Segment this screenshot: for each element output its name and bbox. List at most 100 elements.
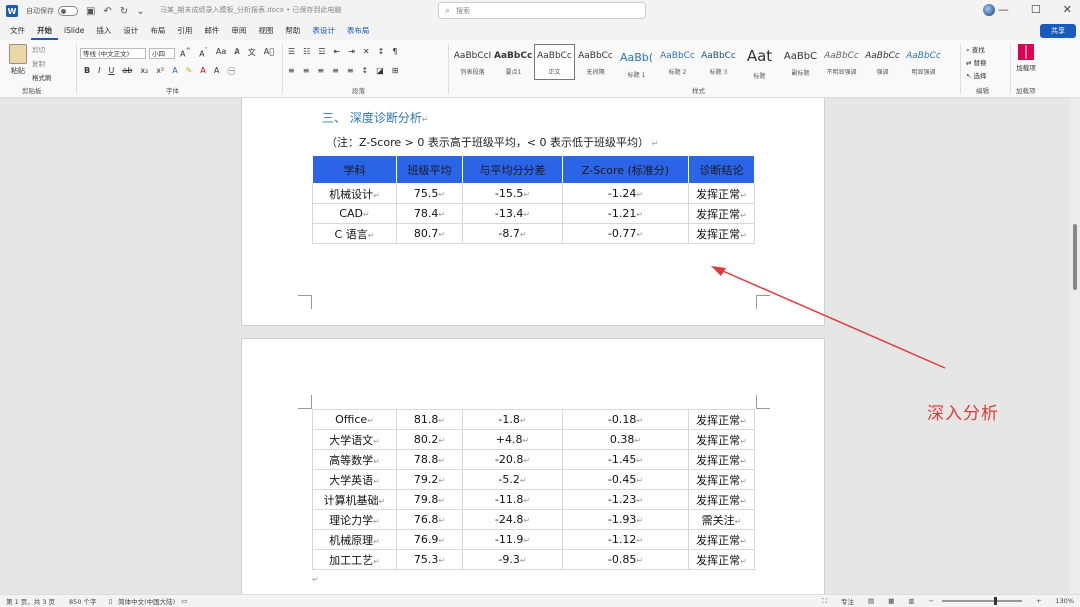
- avatar[interactable]: [983, 4, 995, 16]
- tab-mailings[interactable]: 邮件: [198, 22, 225, 40]
- style-item[interactable]: AaBbC 副标题: [780, 44, 821, 80]
- char-shading-icon[interactable]: A: [214, 66, 219, 77]
- language-status[interactable]: 简体中文(中国大陆): [118, 596, 175, 606]
- tab-view[interactable]: 视图: [252, 22, 279, 40]
- proofing-icon[interactable]: ▯: [109, 597, 113, 605]
- borders-icon[interactable]: ⊞: [392, 66, 399, 75]
- read-mode-icon[interactable]: ▤: [868, 597, 874, 605]
- align-center-icon[interactable]: ≡: [303, 66, 310, 75]
- maximize-icon[interactable]: ☐: [1031, 3, 1041, 16]
- char-border-icon[interactable]: A⃞: [264, 47, 274, 59]
- close-icon[interactable]: ✕: [1063, 3, 1072, 16]
- style-item[interactable]: AaBbCc 标题 2: [657, 44, 698, 80]
- multilevel-list-icon[interactable]: ☲: [318, 47, 325, 56]
- align-right-icon[interactable]: ≡: [317, 66, 324, 75]
- line-spacing-icon[interactable]: ↕: [362, 66, 369, 75]
- zoom-slider[interactable]: [941, 597, 1022, 605]
- phonetic-icon[interactable]: 文: [248, 47, 256, 59]
- style-item[interactable]: AaBb(标题 1: [616, 44, 657, 80]
- superscript-icon[interactable]: x²: [156, 66, 164, 77]
- cut-button[interactable]: 剪切: [32, 44, 45, 54]
- tab-table-design[interactable]: 表设计: [306, 22, 341, 40]
- zoom-in-icon[interactable]: +: [1036, 597, 1041, 605]
- enclose-char-icon[interactable]: ㊀: [227, 66, 235, 77]
- tab-home[interactable]: 开始: [31, 22, 58, 40]
- document-workspace[interactable]: 三、 深度诊断分析↵ （注：Z-Score > 0 表示高于班级平均，< 0 表…: [0, 98, 1080, 594]
- asian-layout-icon[interactable]: ✕: [363, 47, 370, 56]
- grow-font-icon[interactable]: A^: [180, 47, 191, 59]
- tab-help[interactable]: 帮助: [279, 22, 306, 40]
- tab-layout[interactable]: 布局: [144, 22, 171, 40]
- tab-islide[interactable]: iSlide: [58, 22, 90, 40]
- style-item[interactable]: AaBbCcI 列表段落: [452, 44, 493, 80]
- tab-design[interactable]: 设计: [117, 22, 144, 40]
- format-painter-button[interactable]: 格式刷: [32, 72, 52, 82]
- find-button[interactable]: ⌕ 查找: [966, 44, 987, 57]
- vertical-scrollbar[interactable]: [1070, 98, 1080, 594]
- show-marks-icon[interactable]: ¶: [392, 47, 397, 56]
- minimize-icon[interactable]: —: [998, 3, 1009, 16]
- autosave-toggle[interactable]: [58, 6, 78, 16]
- font-color-icon[interactable]: A: [200, 66, 205, 77]
- text-effects-icon[interactable]: A: [172, 66, 177, 77]
- style-item-selected[interactable]: AaBbCc 正文: [534, 44, 575, 80]
- bold-icon[interactable]: B: [84, 66, 90, 77]
- copy-button[interactable]: 复制: [32, 58, 45, 68]
- distributed-icon[interactable]: ≡: [347, 66, 354, 75]
- align-left-icon[interactable]: ≡: [288, 66, 295, 75]
- redo-icon[interactable]: ↻: [120, 6, 128, 17]
- zoom-level[interactable]: 130%: [1055, 597, 1074, 605]
- shrink-font-icon[interactable]: Aˇ: [199, 47, 208, 59]
- tab-file[interactable]: 文件: [4, 22, 31, 40]
- subscript-icon[interactable]: x₂: [140, 66, 148, 77]
- style-item[interactable]: AaBbCc 标题 3: [698, 44, 739, 80]
- save-icon[interactable]: ▣: [86, 6, 95, 17]
- page-count[interactable]: 第 1 页，共 3 页: [6, 596, 55, 606]
- style-sample: AaBbCc: [537, 51, 572, 61]
- strikethrough-icon[interactable]: ab: [122, 66, 132, 77]
- highlight-icon[interactable]: ✎: [186, 66, 193, 77]
- zoom-out-icon[interactable]: −: [929, 597, 934, 605]
- tab-table-layout[interactable]: 表布局: [341, 22, 376, 40]
- chevron-down-icon[interactable]: ⌄: [136, 6, 144, 17]
- tab-insert[interactable]: 插入: [90, 22, 117, 40]
- font-size-select[interactable]: 小四: [149, 48, 175, 59]
- replace-button[interactable]: ⇄ 替换: [966, 57, 987, 70]
- tab-review[interactable]: 审阅: [225, 22, 252, 40]
- bullets-icon[interactable]: ☰: [288, 47, 295, 56]
- search-input[interactable]: ⌕ 搜索: [438, 2, 646, 19]
- sort-icon[interactable]: ↕: [378, 47, 385, 56]
- underline-icon[interactable]: U: [108, 66, 114, 77]
- scrollbar-thumb[interactable]: [1073, 224, 1077, 290]
- focus-mode-button[interactable]: 专注: [841, 596, 854, 606]
- style-item[interactable]: AaBbCc 强调: [862, 44, 903, 80]
- addins-button[interactable]: 加载项: [1016, 44, 1036, 72]
- change-case-icon[interactable]: Aa: [216, 47, 226, 59]
- style-item[interactable]: AaBbCc 不明显强调: [821, 44, 862, 80]
- style-item[interactable]: AaBbCcI 要点1: [493, 44, 534, 80]
- numbering-icon[interactable]: ☷: [303, 47, 310, 56]
- shading-icon[interactable]: ◪: [376, 66, 384, 75]
- web-layout-icon[interactable]: ▥: [908, 597, 914, 605]
- undo-icon[interactable]: ↶: [103, 6, 111, 17]
- style-item[interactable]: AaBbCc 明显强调: [903, 44, 944, 80]
- increase-indent-icon[interactable]: ⇥: [348, 47, 355, 56]
- word-count[interactable]: 850 个字: [69, 596, 96, 606]
- select-button[interactable]: ↖ 选择: [966, 70, 987, 83]
- italic-icon[interactable]: I: [98, 66, 100, 77]
- focus-icon[interactable]: ⛶: [822, 597, 827, 606]
- justify-icon[interactable]: ≡: [332, 66, 339, 75]
- font-name-select[interactable]: 等线 (中文正文): [80, 48, 146, 59]
- share-button[interactable]: 共享: [1040, 24, 1076, 38]
- decrease-indent-icon[interactable]: ⇤: [334, 47, 341, 56]
- accessibility-icon[interactable]: ▭: [181, 597, 187, 605]
- zoom-slider-knob[interactable]: [993, 597, 997, 605]
- style-item[interactable]: AaBbCc 无间隔: [575, 44, 616, 80]
- style-item[interactable]: Aat 标题: [739, 44, 780, 80]
- tab-references[interactable]: 引用: [171, 22, 198, 40]
- paste-button[interactable]: 粘贴: [8, 44, 28, 76]
- style-sample: AaBbCcI: [453, 51, 492, 61]
- clear-format-icon[interactable]: A̷: [234, 47, 239, 59]
- print-layout-icon[interactable]: ▦: [888, 597, 894, 605]
- addins-icon: [1018, 44, 1034, 60]
